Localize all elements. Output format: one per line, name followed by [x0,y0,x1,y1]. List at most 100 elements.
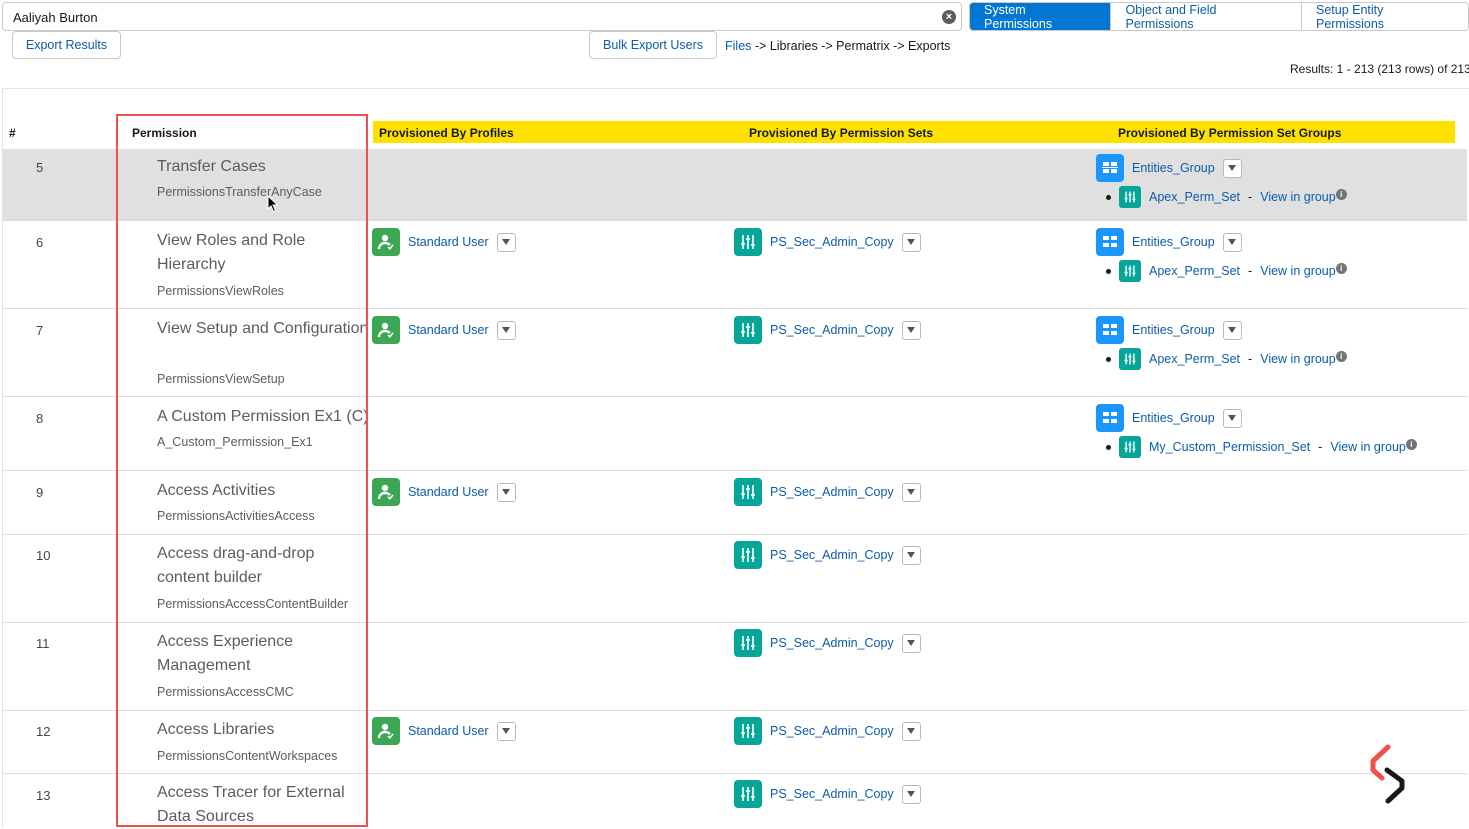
group-cell: Entities_Group [1096,154,1242,182]
row-number: 9 [36,485,44,500]
search-value: Aaliyah Burton [13,10,98,25]
info-icon[interactable]: i [1335,350,1347,362]
group-member-link[interactable]: Apex_Perm_Set [1149,352,1240,366]
profile-link[interactable]: Standard User [408,724,489,738]
info-icon[interactable]: i [1405,438,1417,450]
info-icon[interactable]: i [1335,188,1347,200]
permset-link[interactable]: PS_Sec_Admin_Copy [770,548,894,562]
group-member-link[interactable]: Apex_Perm_Set [1149,264,1240,278]
group-cell: Entities_Group [1096,316,1242,344]
group-link[interactable]: Entities_Group [1132,235,1215,249]
group-dropdown-chevron-down-icon[interactable] [1222,408,1242,428]
permission-set-group-icon [1096,228,1124,256]
column-header-number: # [9,126,16,140]
column-header-permission-set-groups[interactable]: Provisioned By Permission Set Groups [1118,126,1341,140]
group-cell: Entities_Group [1096,228,1242,256]
permset-link[interactable]: PS_Sec_Admin_Copy [770,724,894,738]
clear-icon[interactable]: × [942,10,956,24]
profile-link[interactable]: Standard User [408,235,489,249]
permission-set-sliders-icon [734,780,762,808]
permset-dropdown-chevron-down-icon[interactable] [901,232,921,252]
profile-dropdown-chevron-down-icon[interactable] [496,482,516,502]
permission-tabs: System Permissions Object and Field Perm… [969,2,1469,31]
mouse-cursor-icon [267,195,279,213]
row-number: 10 [36,548,51,563]
permission-column-highlight [116,114,368,827]
permission-set-sliders-icon [734,316,762,344]
profile-dropdown-chevron-down-icon[interactable] [496,232,516,252]
permission-set-sliders-icon [1119,436,1141,458]
separator-dash: - [1318,440,1323,454]
group-cell: Entities_Group [1096,404,1242,432]
tab-setup-entity-permissions[interactable]: Setup Entity Permissions [1300,3,1468,30]
row-number: 7 [36,323,44,338]
permission-set-group-icon [1096,154,1124,182]
search-input[interactable]: Aaliyah Burton × [2,2,962,31]
group-dropdown-chevron-down-icon[interactable] [1222,232,1242,252]
profile-user-icon [372,228,400,256]
brand-logo-icon [1370,744,1405,804]
bulk-export-users-button[interactable]: Bulk Export Users [589,31,717,59]
profile-cell: Standard User [372,478,516,506]
permset-link[interactable]: PS_Sec_Admin_Copy [770,636,894,650]
group-dropdown-chevron-down-icon[interactable] [1222,320,1242,340]
permset-dropdown-chevron-down-icon[interactable] [901,545,921,565]
tab-object-field-permissions[interactable]: Object and Field Permissions [1110,3,1301,30]
permset-link[interactable]: PS_Sec_Admin_Copy [770,235,894,249]
view-in-group-link[interactable]: View in group [1330,440,1406,454]
export-results-button[interactable]: Export Results [12,31,121,59]
permission-set-sliders-icon [734,228,762,256]
row-number: 6 [36,235,44,250]
group-member-item: Apex_Perm_Set - View in group i [1106,186,1347,208]
profile-dropdown-chevron-down-icon[interactable] [496,721,516,741]
group-member-link[interactable]: My_Custom_Permission_Set [1149,440,1310,454]
permset-dropdown-chevron-down-icon[interactable] [901,633,921,653]
group-link[interactable]: Entities_Group [1132,323,1215,337]
group-member-link[interactable]: Apex_Perm_Set [1149,190,1240,204]
profile-user-icon [372,717,400,745]
permission-set-sliders-icon [734,717,762,745]
permission-set-group-icon [1096,316,1124,344]
view-in-group-link[interactable]: View in group [1260,264,1336,278]
profile-dropdown-chevron-down-icon[interactable] [496,320,516,340]
breadcrumb: Files -> Libraries -> Permatrix -> Expor… [725,39,950,53]
row-number: 8 [36,411,44,426]
permset-cell: PS_Sec_Admin_Copy [734,541,921,569]
permset-dropdown-chevron-down-icon[interactable] [901,482,921,502]
permset-cell: PS_Sec_Admin_Copy [734,717,921,745]
separator-dash: - [1248,264,1253,278]
permset-link[interactable]: PS_Sec_Admin_Copy [770,485,894,499]
row-number: 13 [36,788,51,803]
bullet [1106,194,1111,200]
group-member-item: Apex_Perm_Set - View in group i [1106,348,1347,370]
group-member-item: Apex_Perm_Set - View in group i [1106,260,1347,282]
permset-link[interactable]: PS_Sec_Admin_Copy [770,787,894,801]
bullet [1106,444,1111,450]
info-icon[interactable]: i [1335,262,1347,274]
column-header-permission-sets[interactable]: Provisioned By Permission Sets [749,126,933,140]
group-link[interactable]: Entities_Group [1132,411,1215,425]
permset-dropdown-chevron-down-icon[interactable] [901,721,921,741]
group-dropdown-chevron-down-icon[interactable] [1222,158,1242,178]
breadcrumb-path: -> Libraries -> Permatrix -> Exports [751,39,951,53]
permission-set-sliders-icon [734,478,762,506]
permission-set-sliders-icon [1119,186,1141,208]
permission-set-sliders-icon [1119,260,1141,282]
profile-user-icon [372,478,400,506]
column-header-profiles[interactable]: Provisioned By Profiles [379,126,514,140]
tab-system-permissions[interactable]: System Permissions [970,3,1111,30]
permset-dropdown-chevron-down-icon[interactable] [901,320,921,340]
permset-link[interactable]: PS_Sec_Admin_Copy [770,323,894,337]
profile-user-icon [372,316,400,344]
profile-link[interactable]: Standard User [408,323,489,337]
group-link[interactable]: Entities_Group [1132,161,1215,175]
permset-cell: PS_Sec_Admin_Copy [734,228,921,256]
separator-dash: - [1248,190,1253,204]
profile-link[interactable]: Standard User [408,485,489,499]
breadcrumb-files-link[interactable]: Files [725,39,751,53]
view-in-group-link[interactable]: View in group [1260,190,1336,204]
permset-dropdown-chevron-down-icon[interactable] [901,784,921,804]
view-in-group-link[interactable]: View in group [1260,352,1336,366]
profile-cell: Standard User [372,316,516,344]
results-count: Results: 1 - 213 (213 rows) of 213 [1290,62,1469,76]
